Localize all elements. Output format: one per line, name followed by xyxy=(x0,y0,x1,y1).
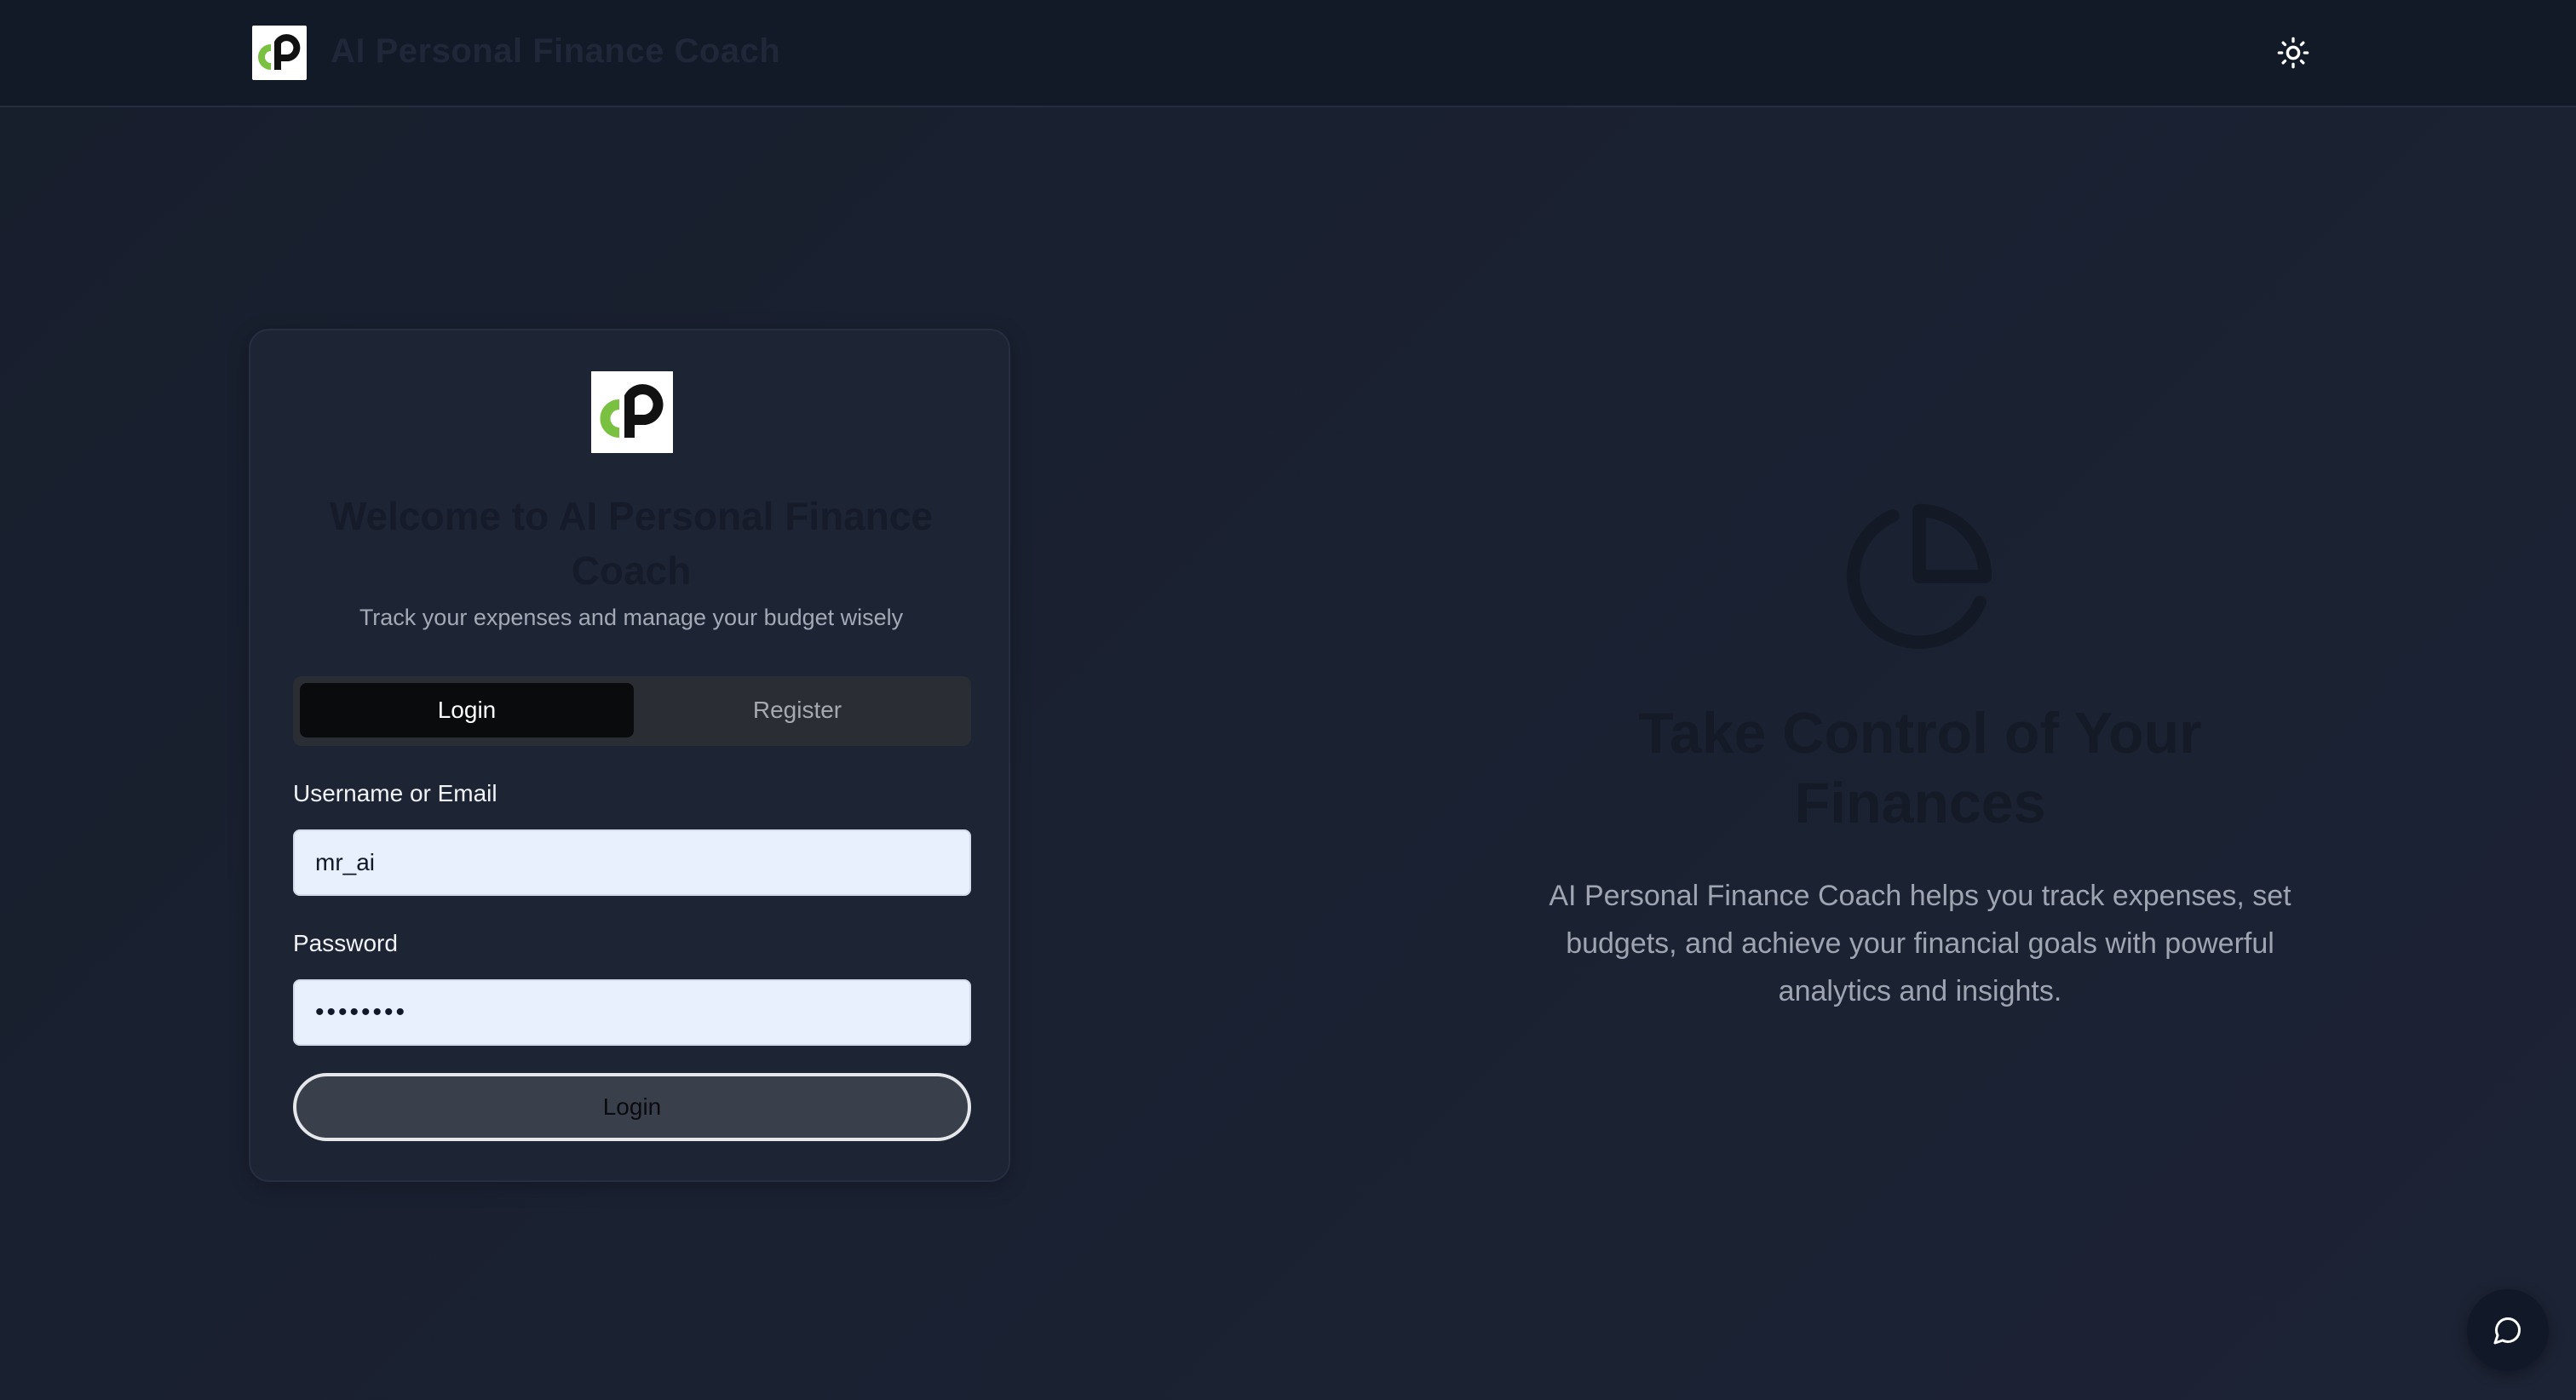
username-field[interactable] xyxy=(293,829,971,896)
welcome-title: Welcome to AI Personal Finance Coach xyxy=(329,494,934,593)
cp-logo-icon xyxy=(591,371,673,453)
pie-chart-icon xyxy=(1840,497,1998,656)
auth-tabs: Login Register xyxy=(293,676,971,746)
theme-toggle-button[interactable] xyxy=(2273,32,2314,73)
auth-card: Welcome to AI Personal Finance Coach Tra… xyxy=(249,329,1010,1182)
chat-bubble-icon xyxy=(2493,1317,2521,1345)
welcome-subtitle: Track your expenses and manage your budg… xyxy=(359,605,904,630)
hero-description: AI Personal Finance Coach helps you trac… xyxy=(1549,880,2291,1007)
chat-button[interactable] xyxy=(2467,1289,2549,1371)
hero-title: Take Control of Your Finances xyxy=(1638,701,2202,835)
app-title: AI Personal Finance Coach xyxy=(331,32,781,70)
password-label: Password xyxy=(293,930,398,956)
password-field[interactable] xyxy=(293,979,971,1046)
username-label: Username or Email xyxy=(293,780,497,806)
cp-logo-icon[interactable] xyxy=(252,26,307,80)
login-submit-button[interactable]: Login xyxy=(293,1073,971,1141)
top-navbar: AI Personal Finance Coach xyxy=(0,0,2576,107)
tab-login[interactable]: Login xyxy=(300,683,634,737)
sun-icon xyxy=(2277,37,2309,69)
tab-register[interactable]: Register xyxy=(630,683,964,737)
